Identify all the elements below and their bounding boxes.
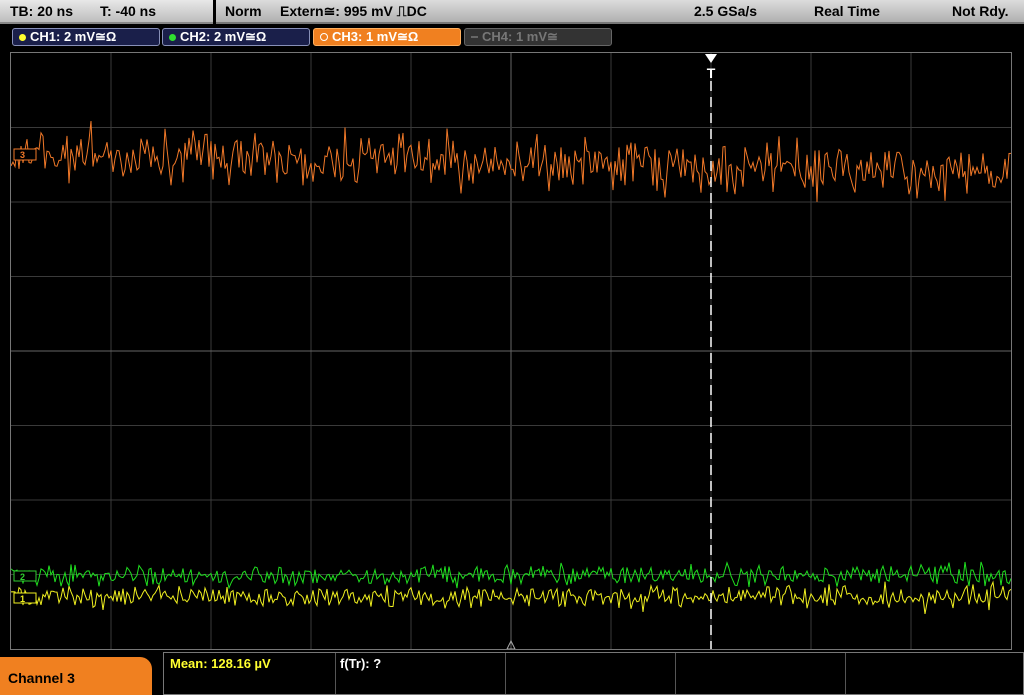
waveform-plot: T 3 2 1: [11, 53, 1011, 649]
channel-1-indicator-icon: [19, 33, 26, 41]
timebase-panel[interactable]: TB: 20 ns T: -40 ns: [0, 0, 213, 24]
trigger-marker-label: T: [707, 65, 716, 81]
sample-rate: 2.5 GSa/s: [694, 3, 758, 19]
channel-4-label: CH4: 1 mV≅: [482, 29, 558, 44]
channel-3-tab-label: Channel 3: [8, 670, 75, 686]
trigger-time-value: T: -40 ns: [100, 3, 157, 19]
measurement-mean[interactable]: Mean: 128.16 µV: [164, 653, 336, 694]
channel-1-label: CH1: 2 mV≅Ω: [30, 29, 117, 44]
bottom-bar: Channel 3 Mean: 128.16 µV f(Tr): ?: [0, 650, 1024, 695]
channel-3-label: CH3: 1 mV≅Ω: [332, 29, 419, 44]
waveform-display[interactable]: T 3 2 1: [10, 52, 1012, 650]
measurement-panel: Mean: 128.16 µV f(Tr): ?: [163, 652, 1024, 695]
measurement-slot-5[interactable]: [846, 653, 1023, 694]
measurement-slot-4[interactable]: [676, 653, 846, 694]
mean-value: Mean: 128.16 µV: [170, 656, 271, 671]
channel-3-level-marker[interactable]: 3: [13, 148, 37, 161]
acquisition-status: Not Rdy.: [952, 3, 1009, 19]
trigger-panel[interactable]: Norm Extern≅: 995 mV ⎍DC 2.5 GSa/s Real …: [216, 0, 1024, 24]
measurement-frequency[interactable]: f(Tr): ?: [336, 653, 506, 694]
channel-1-level-marker[interactable]: 1: [13, 592, 37, 604]
channel-4-indicator-icon: [471, 36, 478, 38]
channel-3-button[interactable]: CH3: 1 mV≅Ω: [313, 28, 461, 46]
channel-bar: CH1: 2 mV≅Ω CH2: 2 mV≅Ω CH3: 1 mV≅Ω CH4:…: [0, 24, 1024, 50]
channel-3-indicator-icon: [320, 33, 328, 41]
channel-3-marker-label: 3: [20, 150, 25, 160]
channel-2-button[interactable]: CH2: 2 mV≅Ω: [162, 28, 310, 46]
channel-1-marker-label: 1: [20, 594, 25, 604]
measurement-slot-3[interactable]: [506, 653, 676, 694]
channel-2-level-marker[interactable]: 2: [13, 570, 37, 582]
channel-3-tab[interactable]: Channel 3: [0, 657, 152, 695]
timebase-value: TB: 20 ns: [10, 3, 74, 19]
trigger-mode: Norm: [225, 3, 262, 19]
acquisition-mode: Real Time: [814, 3, 880, 19]
frequency-value: f(Tr): ?: [340, 656, 382, 671]
trigger-arrow-icon[interactable]: [705, 54, 717, 63]
channel-4-button[interactable]: CH4: 1 mV≅: [464, 28, 612, 46]
graticule: [11, 53, 1011, 649]
status-bar: TB: 20 ns T: -40 ns Norm Extern≅: 995 mV…: [0, 0, 1024, 24]
trigger-source: Extern≅: 995 mV ⎍DC: [280, 3, 427, 19]
channel-2-indicator-icon: [169, 33, 176, 41]
channel-2-label: CH2: 2 mV≅Ω: [180, 29, 267, 44]
channel-1-button[interactable]: CH1: 2 mV≅Ω: [12, 28, 160, 46]
channel-2-marker-label: 2: [20, 572, 25, 582]
